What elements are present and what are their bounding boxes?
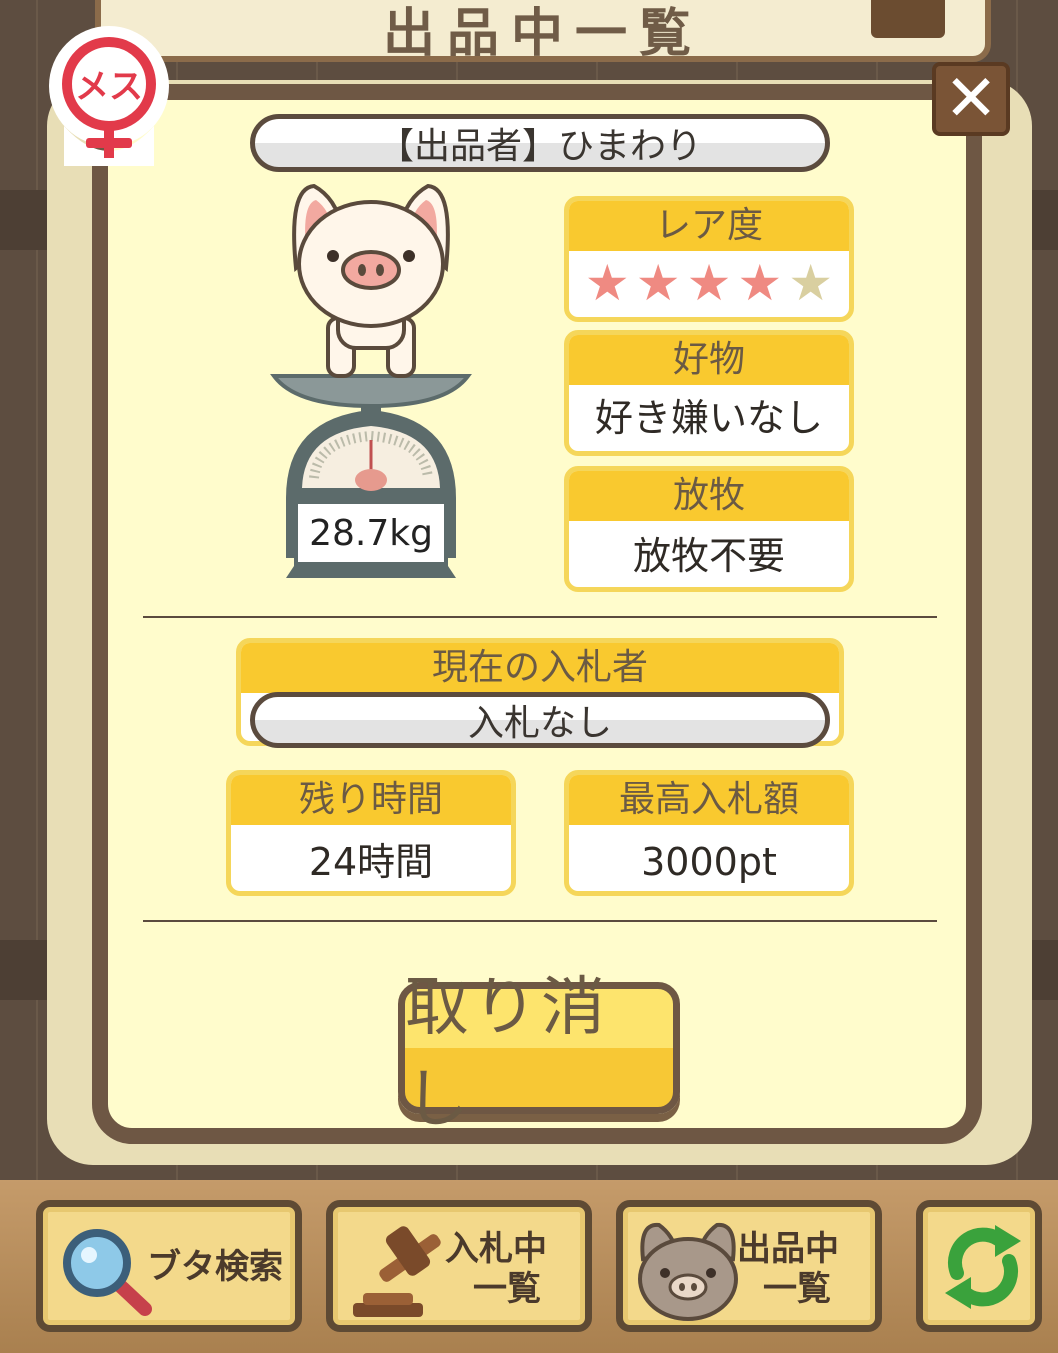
favorite-title: 好物 [569, 335, 849, 385]
magnifier-icon [63, 1229, 152, 1316]
section-divider [143, 616, 937, 618]
bidding-label-line2: 一覧 [473, 1269, 541, 1309]
pig-search-button[interactable]: ブタ検索 [36, 1200, 302, 1332]
favorite-value: 好き嫌いなし [594, 396, 823, 440]
rarity-card: レア度 ★ ★ ★ ★ ★ [564, 196, 854, 322]
bidder-name-pill: 入札なし [250, 692, 830, 748]
grazing-title: 放牧 [569, 471, 849, 521]
listing-list-button[interactable]: 出品中 一覧 [616, 1200, 882, 1332]
rarity-title: レア度 [569, 201, 849, 251]
rarity-stars: ★ ★ ★ ★ ★ [569, 251, 849, 315]
background-close-button [871, 0, 945, 38]
bidding-label-line1: 入札中 [445, 1229, 547, 1269]
grazing-card: 放牧 放牧不要 [564, 466, 854, 592]
scale-plate [270, 374, 472, 409]
remaining-value: 24時間 [308, 840, 434, 884]
favorite-food-card: 好物 好き嫌いなし [564, 330, 854, 456]
seller-label: 【出品者】ひまわり [377, 126, 702, 167]
bidding-list-button[interactable]: 入札中 一覧 [326, 1200, 592, 1332]
weight-value: 28.7kg [309, 512, 433, 554]
star-filled-icon: ★ [584, 254, 630, 312]
refresh-icon [945, 1225, 1021, 1309]
gender-label: メス [75, 67, 143, 107]
section-divider [143, 920, 937, 922]
highest-bid-value: 3000pt [641, 840, 777, 884]
background-header: 出品中一覧 [95, 0, 991, 64]
close-icon: ✕ [944, 62, 998, 136]
background-header-title: 出品中一覧 [382, 4, 703, 64]
star-empty-icon: ★ [788, 254, 834, 312]
grazing-value: 放牧不要 [632, 534, 785, 578]
pig-face-icon [638, 1222, 738, 1321]
bidder-value: 入札なし [467, 703, 612, 744]
cancel-label: 取り消し [405, 971, 609, 1137]
bidder-title: 現在の入札者 [241, 643, 839, 693]
pig-snout [341, 250, 401, 290]
close-button[interactable]: ✕ [932, 62, 1010, 136]
gavel-icon [353, 1226, 441, 1317]
star-filled-icon: ★ [686, 254, 732, 312]
seller-name-pill: 【出品者】ひまわり [250, 114, 830, 172]
listing-label-line2: 一覧 [763, 1269, 831, 1309]
weight-display: 28.7kg [294, 500, 448, 566]
remaining-time-card: 残り時間 24時間 [226, 770, 516, 896]
listing-label-line1: 出品中 [737, 1229, 839, 1269]
female-badge: メス [46, 26, 172, 166]
cancel-listing-button[interactable]: 取り消し [398, 971, 680, 1137]
highest-bid-title: 最高入札額 [569, 775, 849, 825]
star-filled-icon: ★ [635, 254, 681, 312]
star-filled-icon: ★ [737, 254, 783, 312]
pig-search-label: ブタ検索 [147, 1247, 283, 1287]
refresh-button[interactable] [916, 1200, 1042, 1332]
highest-bid-card: 最高入札額 3000pt [564, 770, 854, 896]
remaining-title: 残り時間 [231, 775, 511, 825]
